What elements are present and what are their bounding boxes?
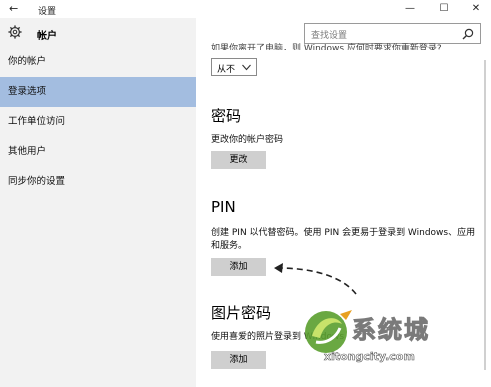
chevron-down-icon: [242, 64, 251, 71]
page-title: 帐户: [37, 31, 57, 42]
pin-description: 创建 PIN 以代替密码。使用 PIN 会更易于登录到 Windows、应用和服…: [211, 228, 476, 251]
search-icon[interactable]: [462, 28, 474, 40]
sidebar: 帐户 你的帐户 登录选项 工作单位访问 其他用户 同步你的设置: [0, 18, 196, 387]
add-picture-password-button[interactable]: 添加: [211, 351, 266, 369]
picture-password-heading: 图片密码: [211, 304, 272, 322]
dropdown-value: 从不: [217, 65, 236, 75]
scrollbar[interactable]: [481, 60, 489, 380]
sidebar-item-sync-settings[interactable]: 同步你的设置: [0, 167, 196, 197]
maximize-button[interactable]: ☐: [430, 2, 458, 16]
gear-icon: [8, 25, 22, 39]
sidebar-item-other-users[interactable]: 其他用户: [0, 137, 196, 167]
change-password-button[interactable]: 更改: [211, 151, 266, 169]
sidebar-item-work-access[interactable]: 工作单位访问: [0, 107, 196, 137]
lock-prompt-text: 如果你离开了电脑，则 Windows 应何时要求你重新登录?: [211, 44, 442, 50]
password-description: 更改你的帐户密码: [211, 135, 284, 145]
back-arrow-icon[interactable]: ←: [9, 3, 18, 15]
pin-heading: PIN: [211, 198, 236, 216]
watermark-logo: 系统城 xitongcity.com: [300, 306, 460, 368]
title-bar: ← 设置 — ☐ ✕: [0, 0, 491, 18]
watermark-url: xitongcity.com: [324, 350, 415, 364]
add-pin-button[interactable]: 添加: [211, 258, 266, 276]
password-heading: 密码: [211, 107, 242, 125]
scrollbar-track[interactable]: [484, 60, 486, 370]
sidebar-item-sign-in-options[interactable]: 登录选项: [0, 77, 196, 107]
annotation-arrow-icon: [274, 263, 357, 295]
require-signin-dropdown[interactable]: 从不: [211, 58, 257, 76]
minimize-button[interactable]: —: [396, 2, 424, 16]
search-placeholder: 查找设置: [311, 31, 348, 41]
watermark-text: 系统城: [352, 316, 430, 345]
sidebar-item-your-account[interactable]: 你的帐户: [0, 47, 196, 77]
close-button[interactable]: ✕: [462, 2, 490, 16]
window-title: 设置: [38, 7, 57, 17]
